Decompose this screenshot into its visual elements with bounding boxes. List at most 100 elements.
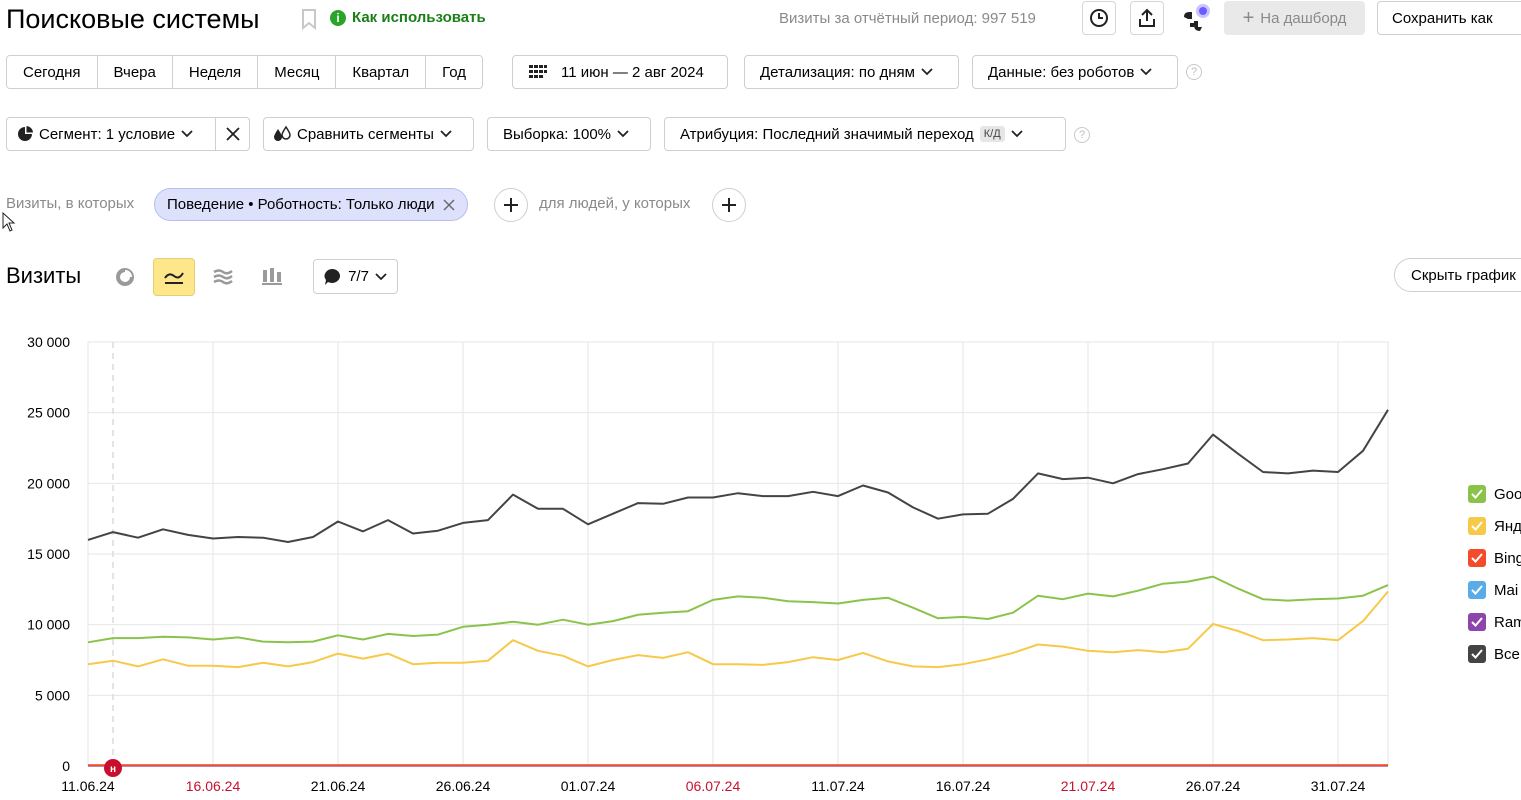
period-year[interactable]: Год bbox=[426, 56, 483, 88]
period-quarter[interactable]: Квартал bbox=[336, 56, 427, 88]
y-tick-label: 5 000 bbox=[35, 687, 70, 703]
period-yesterday[interactable]: Вчера bbox=[97, 56, 173, 88]
add-to-dashboard-button[interactable]: + На дашборд bbox=[1224, 1, 1365, 35]
period-week[interactable]: Неделя bbox=[172, 56, 259, 88]
attribution-dropdown[interactable]: Атрибуция: Последний значимый переход К/… bbox=[664, 117, 1066, 151]
x-tick-label: 21.07.24 bbox=[1061, 778, 1116, 794]
info-icon: i bbox=[330, 9, 346, 26]
legend-label: Ram bbox=[1494, 613, 1521, 631]
date-range-picker[interactable]: 11 июн — 2 авг 2024 bbox=[512, 55, 728, 89]
attribution-label: Атрибуция: Последний значимый переход bbox=[680, 125, 974, 143]
visits-condition-label: Визиты, в которых bbox=[6, 195, 135, 212]
attribution-badge: К/Д bbox=[979, 126, 1005, 142]
bar-view-button[interactable] bbox=[251, 258, 293, 296]
add-people-condition-button[interactable] bbox=[712, 188, 746, 222]
filter-chip[interactable]: Поведение • Роботность: Только люди bbox=[154, 188, 468, 221]
sample-dropdown[interactable]: Выборка: 100% bbox=[487, 117, 651, 151]
date-range-label: 11 июн — 2 авг 2024 bbox=[561, 63, 704, 81]
help-icon[interactable]: ? bbox=[1186, 64, 1202, 80]
pie-chart-icon bbox=[116, 268, 134, 286]
calendar-icon bbox=[529, 65, 547, 78]
y-tick-label: 25 000 bbox=[27, 405, 70, 421]
legend-label: Goo bbox=[1494, 485, 1521, 503]
assistant-button[interactable] bbox=[1178, 1, 1212, 35]
data-filter-label: Данные: без роботов bbox=[988, 63, 1135, 81]
assistant-icon bbox=[1184, 4, 1210, 31]
checkbox-icon[interactable] bbox=[1468, 645, 1486, 663]
series-line-yandex[interactable] bbox=[87, 590, 1389, 669]
x-tick-label: 06.07.24 bbox=[686, 778, 741, 794]
area-view-button[interactable] bbox=[202, 258, 244, 296]
chart-legend: Goo Янд Bing Mai Ram Все bbox=[1468, 478, 1521, 670]
mouse-cursor-icon bbox=[2, 212, 16, 232]
add-visit-condition-button[interactable] bbox=[494, 188, 528, 222]
share-icon bbox=[1139, 8, 1155, 27]
legend-label: Bing bbox=[1494, 549, 1521, 567]
clear-segment-button[interactable] bbox=[215, 117, 250, 151]
people-condition-label: для людей, у которых bbox=[539, 195, 691, 212]
annotations-count: 7/7 bbox=[348, 268, 369, 285]
chevron-down-icon bbox=[181, 130, 193, 138]
legend-item[interactable]: Mai bbox=[1468, 574, 1521, 606]
segment-dropdown[interactable]: Сегмент: 1 условие bbox=[6, 117, 216, 151]
line-view-button[interactable] bbox=[153, 258, 195, 296]
legend-item[interactable]: Янд bbox=[1468, 510, 1521, 542]
segment-label: Сегмент: 1 условие bbox=[39, 125, 176, 143]
legend-item[interactable]: Bing bbox=[1468, 542, 1521, 574]
pie-view-button[interactable] bbox=[104, 258, 146, 296]
checkbox-icon[interactable] bbox=[1468, 581, 1486, 599]
save-as-button[interactable]: Сохранить как bbox=[1377, 1, 1521, 35]
line-chart-icon bbox=[164, 272, 184, 284]
legend-label: Mai bbox=[1494, 581, 1519, 599]
checkbox-icon[interactable] bbox=[1468, 517, 1486, 535]
page-title: Поисковые системы bbox=[6, 4, 260, 34]
how-to-use-label: Как использовать bbox=[352, 9, 486, 26]
annotation-marker-label: н bbox=[110, 764, 116, 775]
legend-item[interactable]: Все bbox=[1468, 638, 1521, 670]
checkbox-icon[interactable] bbox=[1468, 613, 1486, 631]
export-button[interactable] bbox=[1130, 1, 1164, 35]
help-icon[interactable]: ? bbox=[1074, 127, 1090, 143]
series-line-total[interactable] bbox=[87, 409, 1389, 543]
chart-title: Визиты bbox=[6, 263, 82, 288]
checkbox-icon[interactable] bbox=[1468, 485, 1486, 503]
hide-chart-button[interactable]: Скрыть график bbox=[1394, 258, 1521, 292]
legend-item[interactable]: Ram bbox=[1468, 606, 1521, 638]
chevron-down-icon bbox=[617, 130, 629, 138]
how-to-use-link[interactable]: i Как использовать bbox=[330, 9, 486, 26]
chevron-down-icon bbox=[1011, 130, 1023, 138]
close-icon[interactable] bbox=[443, 199, 455, 211]
bookmark-icon[interactable] bbox=[300, 8, 318, 30]
chevron-down-icon bbox=[1140, 68, 1152, 76]
series-line-google[interactable] bbox=[87, 575, 1389, 644]
y-tick-label: 30 000 bbox=[27, 334, 70, 350]
legend-label: Янд bbox=[1494, 517, 1521, 535]
compare-segments-dropdown[interactable]: Сравнить сегменты bbox=[263, 117, 474, 151]
x-tick-label: 16.07.24 bbox=[936, 778, 991, 794]
annotations-dropdown[interactable]: 7/7 bbox=[313, 259, 398, 294]
chevron-down-icon bbox=[921, 68, 933, 76]
x-tick-label: 16.06.24 bbox=[186, 778, 241, 794]
period-today[interactable]: Сегодня bbox=[7, 56, 98, 88]
legend-item[interactable]: Goo bbox=[1468, 478, 1521, 510]
stacked-area-icon bbox=[213, 269, 233, 285]
data-filter-dropdown[interactable]: Данные: без роботов bbox=[972, 55, 1178, 89]
checkbox-icon[interactable] bbox=[1468, 549, 1486, 567]
visits-line-chart: 0 5 000 10 000 15 000 20 000 25 000 30 000 11.… bbox=[27, 334, 1389, 794]
y-tick-label: 10 000 bbox=[27, 617, 70, 633]
plus-icon: + bbox=[1242, 7, 1255, 29]
sample-label: Выборка: 100% bbox=[503, 125, 611, 143]
drops-icon bbox=[274, 126, 291, 141]
clock-icon bbox=[1090, 9, 1108, 27]
detail-dropdown[interactable]: Детализация: по дням bbox=[744, 55, 959, 89]
chevron-down-icon bbox=[440, 130, 452, 138]
x-tick-label: 26.07.24 bbox=[1186, 778, 1241, 794]
x-tick-label: 01.07.24 bbox=[561, 778, 616, 794]
y-tick-label: 15 000 bbox=[27, 546, 70, 562]
x-tick-label: 21.06.24 bbox=[311, 778, 366, 794]
visits-total: Визиты за отчётный период: 997 519 bbox=[779, 10, 1036, 27]
x-tick-label: 26.06.24 bbox=[436, 778, 491, 794]
period-month[interactable]: Месяц bbox=[258, 56, 337, 88]
history-button[interactable] bbox=[1082, 1, 1116, 35]
y-tick-label: 20 000 bbox=[27, 475, 70, 491]
